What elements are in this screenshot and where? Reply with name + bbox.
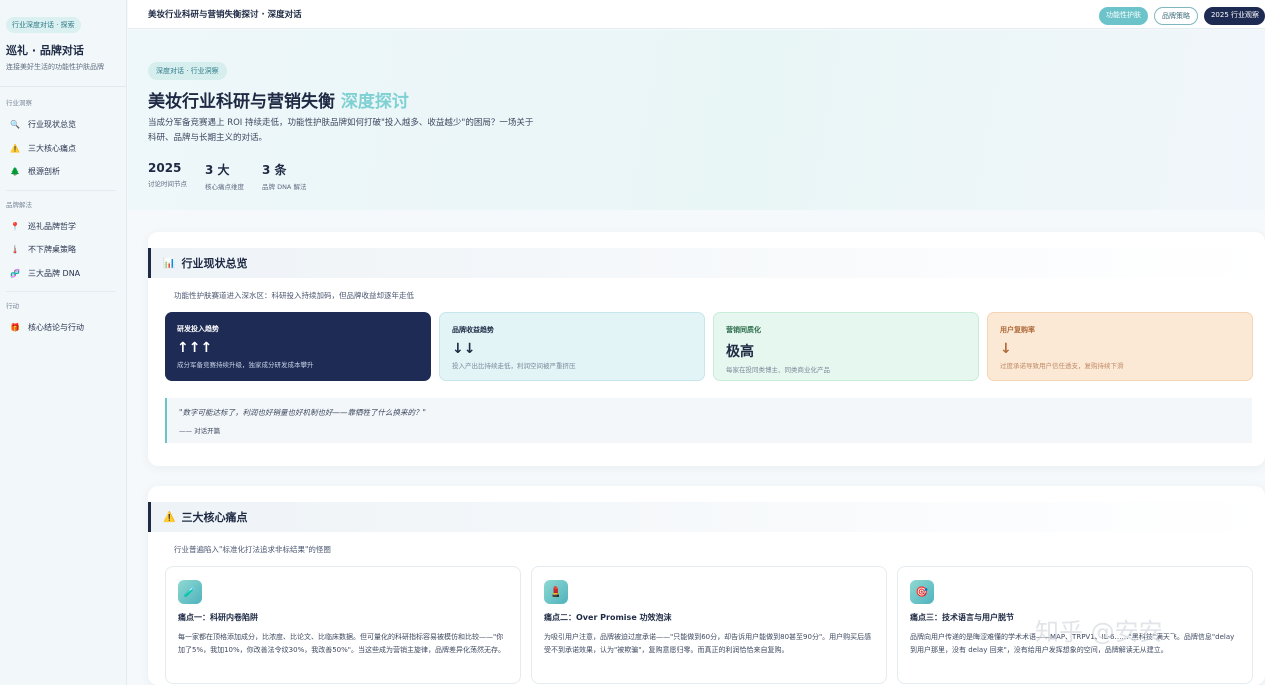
pill-brand-strategy[interactable]: 品牌策略 (1153, 7, 1198, 25)
trend-card-repurchase: 用户复购率 ↓ 过度承诺导致用户信任透支，复购持续下滑 (987, 312, 1253, 381)
pain-desc: 为吸引用户注意，品牌被迫过度承诺——"只能做到60分，却告诉用户能做到80甚至9… (544, 633, 872, 654)
hero-description: 当成分军备竞赛遇上 ROI 持续走低，功能性护肤品牌如何打破"投入越多、收益越少… (148, 118, 534, 143)
sidebar-item-painpoints[interactable]: ⚠️ 三大核心痛点 (6, 137, 120, 161)
section-subtitle: 功能性护肤赛道进入深水区：科研投入持续加码，但品牌收益却逐年走低 (174, 291, 414, 300)
trend-label: 营销同质化 (726, 326, 761, 334)
pain-title: 痛点二：Over Promise 功效泡沫 (544, 613, 672, 622)
pain-card-research: 🧪 痛点一：科研内卷陷阱 每一家都在顶格添加成分，比浓度、比论文、比临床数据。但… (165, 566, 521, 684)
pill-skincare[interactable]: 功能性护肤 (1098, 7, 1148, 25)
stat-value: 3 条 (262, 163, 287, 177)
sidebar-item-strategy[interactable]: 🌡️ 不下牌桌策略 (6, 238, 120, 262)
warning-icon: ⚠️ (10, 143, 20, 153)
stat-value: 2025 (148, 161, 182, 175)
hero-title-accent: 深度探讨 (340, 92, 409, 112)
pill-industry-2025[interactable]: 2025 行业观察 (1203, 7, 1265, 25)
section-title: 行业现状总览 (181, 257, 248, 270)
sidebar-item-philosophy[interactable]: 📍 巡礼品牌哲学 (6, 215, 120, 239)
sidebar-item-overview[interactable]: 🔍 行业现状总览 (6, 113, 120, 137)
trend-desc: 过度承诺导致用户信任透支，复购持续下滑 (1000, 362, 1124, 370)
sidebar-section-title: 品牌解法 (6, 200, 32, 209)
trend-value: ↑↑↑ (177, 340, 213, 356)
stat-item: 3 大 核心痛点维度 (205, 161, 244, 191)
sidebar-item-label: 不下牌桌策略 (28, 245, 76, 255)
sidebar-section-title: 行业洞察 (6, 99, 32, 107)
sidebar-item-label: 根源剖析 (28, 167, 60, 177)
trend-label: 用户复购率 (1000, 326, 1035, 334)
trend-desc: 投入产出比持续走低，利润空间被严重挤压 (452, 362, 576, 370)
target-icon: 🎯 (910, 580, 934, 604)
hero-stats: 2025 讨论时间节点 3 大 核心痛点维度 3 条 品牌 DNA 解法 (148, 161, 306, 191)
topic-pills: 功能性护肤 品牌策略 2025 行业观察 (1098, 7, 1265, 25)
quote-text: "数字可能达标了，利润也好销量也好机制也好——靠牺牲了什么换来的？" (179, 408, 426, 417)
sidebar-item-label: 三大核心痛点 (28, 143, 76, 153)
stat-label: 品牌 DNA 解法 (262, 183, 307, 191)
top-bar: 美妆行业科研与营销失衡探讨 · 深度对话 功能性护肤 品牌策略 2025 行业观… (128, 0, 1265, 29)
quote-author: —— 对话开篇 (179, 427, 221, 435)
stat-label: 讨论时间节点 (148, 180, 187, 188)
syringe-icon: 🧪 (178, 580, 202, 604)
sidebar-item-label: 核心结论与行动 (28, 323, 84, 333)
warning-icon: ⚠️ (163, 511, 176, 523)
stat-item: 3 条 品牌 DNA 解法 (262, 161, 306, 191)
trend-card-rd: 研发投入趋势 ↑↑↑ 成分军备竞赛持续升级，独家成分研发成本攀升 (165, 312, 431, 381)
stat-item: 2025 讨论时间节点 (148, 161, 187, 191)
trend-label: 品牌收益趋势 (452, 326, 494, 334)
sidebar-subtitle: 连接美好生活的功能性护肤品牌 (6, 63, 104, 71)
hero-title-main: 美妆行业科研与营销失衡 (148, 92, 335, 112)
tree-icon: 🌲 (10, 167, 20, 177)
sidebar-item-dna[interactable]: 🧬 三大品牌 DNA (6, 262, 120, 286)
stat-label: 核心痛点维度 (205, 183, 244, 191)
lipstick-icon: 💄 (544, 580, 568, 604)
trend-card-homogeneity: 营销同质化 极高 每家在投同类博主、同类商业化产品 (713, 312, 979, 381)
trend-desc: 每家在投同类博主、同类商业化产品 (726, 366, 830, 374)
sidebar-item-label: 行业现状总览 (28, 120, 76, 130)
pin-icon: 📍 (10, 221, 20, 231)
section-subtitle: 行业普遍陷入"标准化打法追求非标结果"的怪圈 (174, 545, 331, 554)
sidebar-divider (0, 86, 127, 87)
trend-value: 极高 (726, 344, 754, 360)
trend-value: ↓↓ (452, 341, 476, 357)
chart-icon: 📊 (163, 257, 176, 269)
thermometer-icon: 🌡️ (10, 245, 20, 255)
hero-title: 美妆行业科研与营销失衡 深度探讨 (148, 87, 409, 112)
section-title: 三大核心痛点 (181, 511, 248, 524)
sidebar-item-root-cause[interactable]: 🌲 根源剖析 (6, 160, 120, 184)
gift-icon: 🎁 (10, 323, 20, 333)
hero-tag: 深度对话 · 行业洞察 (148, 62, 227, 80)
opening-quote: "数字可能达标了，利润也好销量也好机制也好——靠牺牲了什么换来的？" —— 对话… (165, 398, 1252, 443)
sidebar-divider (6, 291, 116, 292)
trend-cards: 研发投入趋势 ↑↑↑ 成分军备竞赛持续升级，独家成分研发成本攀升 品牌收益趋势 … (165, 312, 1253, 381)
sidebar: 行业深度对话 · 探索 巡礼 · 品牌对话 连接美好生活的功能性护肤品牌 行业洞… (0, 0, 127, 685)
trend-card-revenue: 品牌收益趋势 ↓↓ 投入产出比持续走低，利润空间被严重挤压 (439, 312, 705, 381)
sidebar-section-title: 行动 (6, 302, 19, 310)
hero: 深度对话 · 行业洞察 美妆行业科研与营销失衡 深度探讨 当成分军备竞赛遇上 R… (128, 30, 1265, 210)
sidebar-item-conclusion[interactable]: 🎁 核心结论与行动 (6, 316, 120, 340)
sidebar-item-label: 巡礼品牌哲学 (28, 221, 76, 231)
search-icon: 🔍 (10, 120, 20, 130)
pain-card-overpromise: 💄 痛点二：Over Promise 功效泡沫 为吸引用户注意，品牌被迫过度承诺… (531, 566, 887, 684)
page-title: 美妆行业科研与营销失衡探讨 · 深度对话 (148, 10, 302, 20)
sidebar-item-label: 三大品牌 DNA (28, 268, 81, 278)
sidebar-brand: 巡礼 · 品牌对话 (6, 44, 84, 57)
pain-title: 痛点一：科研内卷陷阱 (178, 613, 258, 622)
dna-icon: 🧬 (10, 268, 20, 278)
pain-desc: 每一家都在顶格添加成分，比浓度、比论文、比临床数据。但可量化的科研指标容易被模仿… (178, 633, 505, 654)
watermark: 知乎 @安安 (1035, 618, 1163, 646)
overview-section: 📊 行业现状总览 功能性护肤赛道进入深水区：科研投入持续加码，但品牌收益却逐年走… (148, 232, 1265, 466)
painpoints-section: ⚠️ 三大核心痛点 行业普遍陷入"标准化打法追求非标结果"的怪圈 🧪 痛点一：科… (148, 486, 1265, 685)
stat-value: 3 大 (205, 163, 230, 177)
sidebar-tag: 行业深度对话 · 探索 (6, 17, 81, 33)
trend-value: ↓ (1000, 341, 1012, 357)
section-header: 📊 行业现状总览 (148, 248, 1265, 278)
trend-label: 研发投入趋势 (177, 325, 219, 333)
sidebar-divider (6, 189, 116, 191)
trend-desc: 成分军备竞赛持续升级，独家成分研发成本攀升 (177, 361, 314, 369)
section-header: ⚠️ 三大核心痛点 (148, 502, 1265, 532)
